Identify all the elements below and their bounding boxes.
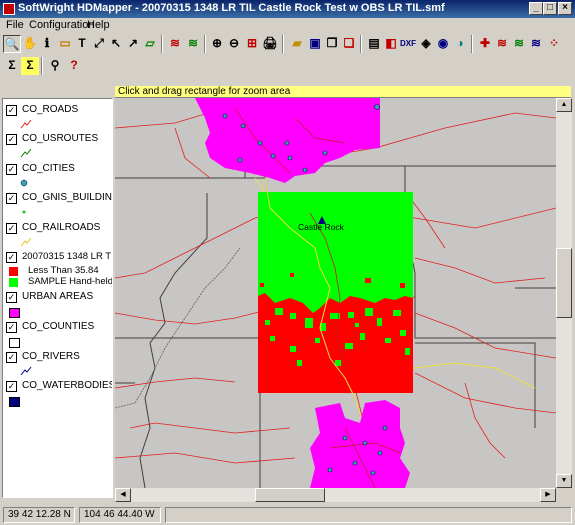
pan-hand-icon[interactable]: ✋: [21, 35, 39, 53]
scatter-icon[interactable]: ⁘: [545, 35, 563, 53]
county-swatch: [9, 338, 20, 348]
save-icon[interactable]: ▣: [306, 35, 324, 53]
layers-add-icon[interactable]: ≋: [493, 35, 511, 53]
layers-green-icon[interactable]: ≋: [510, 35, 528, 53]
layer-checkbox[interactable]: ✓: [6, 193, 17, 204]
scroll-down-arrow-icon[interactable]: ▼: [556, 474, 572, 488]
terrain-icon[interactable]: ◑: [451, 35, 469, 53]
minimize-button[interactable]: _: [529, 2, 543, 15]
label-icon[interactable]: ▭: [56, 35, 74, 53]
layer-name: CO_RIVERS: [22, 351, 80, 362]
help-icon[interactable]: ?: [65, 57, 83, 75]
layer-name: CO_CITIES: [22, 163, 75, 174]
open-folder-icon[interactable]: ▰: [288, 35, 306, 53]
settings-icon[interactable]: ⚲: [46, 57, 64, 75]
layer-name: CO_GNIS_BUILDINGS: [22, 192, 113, 203]
zoom-select-icon[interactable]: 🔍: [3, 35, 21, 53]
import-icon[interactable]: ◧: [382, 35, 400, 53]
hint-bar: Click and drag rectangle for zoom area: [115, 86, 571, 98]
sum-list-icon[interactable]: Σ: [21, 57, 39, 75]
railroad-symbol-icon: [20, 237, 32, 247]
close-button[interactable]: ×: [558, 2, 572, 15]
layer-checkbox[interactable]: ✓: [6, 223, 17, 234]
layer-name: CO_COUNTIES: [22, 321, 95, 332]
coverage-red-swatch: [9, 267, 18, 276]
latitude-readout: 39 42 12.28 N: [3, 507, 75, 523]
menu-help[interactable]: Help: [87, 19, 110, 31]
export-icon[interactable]: ▤: [365, 35, 383, 53]
horizontal-scrollbar[interactable]: ◀ ▶: [115, 488, 556, 502]
layer-name: CO_ROADS: [22, 104, 79, 115]
layer-checkbox[interactable]: ✓: [6, 352, 17, 363]
layer-checkbox[interactable]: ✓: [6, 381, 17, 392]
vertical-scrollbar[interactable]: ▲ ▼: [556, 98, 572, 488]
node-edit-icon[interactable]: ↗: [124, 35, 142, 53]
layers-icon[interactable]: ≋: [166, 35, 184, 53]
maximize-button[interactable]: □: [543, 2, 557, 15]
resize-icon[interactable]: ⤢: [90, 35, 108, 53]
horizontal-scroll-thumb[interactable]: [255, 488, 325, 502]
layer-name: URBAN AREAS: [22, 291, 94, 302]
longitude-readout: 104 46 44.40 W: [79, 507, 161, 523]
status-panel-empty: [165, 507, 572, 523]
compass-icon[interactable]: ◈: [417, 35, 435, 53]
add-point-icon[interactable]: ✚: [476, 35, 494, 53]
layer-checkbox[interactable]: ✓: [6, 322, 17, 333]
scroll-left-arrow-icon[interactable]: ◀: [115, 488, 131, 502]
toolbar-main: 🔍 ✋ ℹ ▭ T ⤢ ↖ ↗ ▱ ≋ ≋ ⊕ ⊖ ⊞ 🖨 ▰ ▣ ❐ ❏ ▤ …: [0, 33, 575, 55]
scroll-up-arrow-icon[interactable]: ▲: [556, 98, 572, 112]
sum-icon[interactable]: Σ: [3, 57, 21, 75]
layer-checkbox[interactable]: ✓: [6, 164, 17, 175]
coverage-red-label: Less Than 35.84: [28, 265, 99, 276]
map-canvas[interactable]: Castle Rock: [115, 98, 556, 488]
river-symbol-icon: [20, 366, 32, 376]
pointer-icon[interactable]: ↖: [107, 35, 125, 53]
toolbar-secondary: Σ Σ ⚲ ?: [0, 55, 575, 77]
info-icon[interactable]: ℹ: [38, 35, 56, 53]
status-bar: 39 42 12.28 N 104 46 44.40 W: [0, 505, 575, 525]
city-label-castle-rock: Castle Rock: [298, 222, 345, 232]
water-swatch: [9, 397, 20, 407]
vertical-scroll-thumb[interactable]: [556, 248, 572, 318]
window-title: SoftWright HDMapper - 20070315 1348 LR T…: [18, 2, 445, 14]
dxf-icon[interactable]: DXF: [399, 35, 417, 53]
layers-blue-icon[interactable]: ≋: [527, 35, 545, 53]
layer-name: CO_USROUTES: [22, 133, 99, 144]
globe-icon[interactable]: ◉: [434, 35, 452, 53]
map-view[interactable]: Castle Rock: [115, 98, 556, 488]
coverage-green-label: SAMPLE Hand-held: [28, 276, 113, 287]
menu-configuration[interactable]: Configuration: [29, 19, 94, 31]
layer-checkbox[interactable]: ✓: [6, 292, 17, 303]
new-window-icon[interactable]: ❐: [323, 35, 341, 53]
route-symbol-icon: [20, 148, 32, 158]
zoom-extent-icon[interactable]: ⊞: [243, 35, 261, 53]
layer-name: CO_RAILROADS: [22, 222, 101, 233]
layer-checkbox[interactable]: ✓: [6, 134, 17, 145]
title-bar: SoftWright HDMapper - 20070315 1348 LR T…: [0, 0, 575, 18]
building-symbol-icon: [22, 210, 26, 214]
zoom-out-icon[interactable]: ⊖: [225, 35, 243, 53]
layer-name: CO_WATERBODIES: [22, 380, 113, 391]
layer-checkbox[interactable]: ✓: [6, 252, 17, 263]
app-icon: [3, 3, 15, 15]
scroll-right-arrow-icon[interactable]: ▶: [540, 488, 556, 502]
urban-swatch: [9, 308, 20, 318]
menu-bar: File Configuration Help: [0, 18, 575, 32]
area-icon[interactable]: ▱: [141, 35, 159, 53]
road-symbol-icon: [20, 119, 32, 129]
layer-name: 20070315 1348 LR TIL C: [22, 251, 112, 262]
city-symbol-icon: [20, 179, 28, 187]
menu-file[interactable]: File: [6, 19, 24, 31]
text-tool-icon[interactable]: T: [73, 35, 91, 53]
zoom-in-icon[interactable]: ⊕: [208, 35, 226, 53]
legend-panel: ✓ CO_ROADS ✓ CO_USROUTES ✓ CO_CITIES ✓ C…: [2, 98, 113, 498]
print-icon[interactable]: 🖨: [261, 35, 279, 53]
copy-window-icon[interactable]: ❏: [340, 35, 358, 53]
layers-edit-icon[interactable]: ≋: [184, 35, 202, 53]
coverage-green-swatch: [9, 278, 18, 287]
layer-checkbox[interactable]: ✓: [6, 105, 17, 116]
